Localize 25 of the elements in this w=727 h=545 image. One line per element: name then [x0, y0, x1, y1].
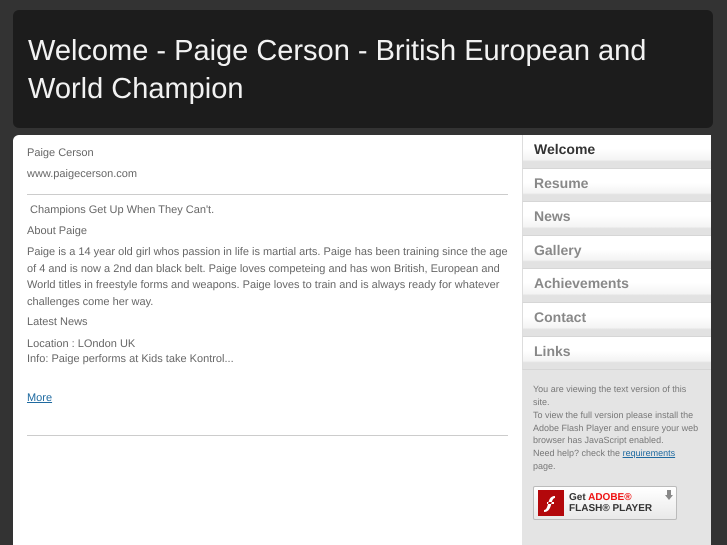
- nav-item[interactable]: Welcome: [522, 135, 711, 169]
- nav-item[interactable]: Contact: [522, 302, 711, 337]
- about-paragraph: Paige is a 14 year old girl whos passion in life is martial arts. Paige has been training since the age of 4 and is now a 2nd dan black belt. Paige loves competeing and has won British, European and World titles in freestyle forms and weapons. Paige loves to train and is always ready for whatever challenges come her way.: [27, 245, 508, 310]
- section-heading: Latest News: [27, 316, 89, 328]
- news-location: Location : LOndon UK: [27, 337, 136, 352]
- nav-item[interactable]: Resume: [522, 168, 711, 202]
- download-icon: [665, 490, 673, 500]
- nav-item[interactable]: Links: [522, 336, 711, 370]
- notice-text: You are viewing the text version of this site.: [533, 383, 688, 409]
- page-title: Welcome - Paige Cerson - British European and World Champion: [28, 34, 648, 107]
- nav-item[interactable]: Achievements: [522, 269, 711, 303]
- help-text: Need help? check the: [533, 448, 620, 458]
- name-text: Paige Cerson: [27, 147, 95, 159]
- get-flash-player-button[interactable]: Get ADOBE® FLASH® PLAYER: [533, 486, 677, 520]
- notice-text: To view the full version please install the Adobe Flash Player and ensure your web browser has JavaScript enabled.: [533, 408, 700, 448]
- requirements-link[interactable]: requirements: [622, 448, 676, 458]
- flash-logo-icon: [538, 490, 564, 516]
- more-link[interactable]: More: [27, 392, 52, 404]
- tagline-text: Champions Get Up When They Can't.: [29, 204, 216, 216]
- website-text: www.paigecerson.com: [27, 168, 138, 180]
- news-info: Info: Paige performs at Kids take Kontrol...: [27, 352, 235, 367]
- help-text: page.: [533, 460, 556, 471]
- nav-item[interactable]: News: [522, 202, 711, 236]
- section-heading: About Paige: [27, 225, 88, 237]
- nav-item[interactable]: Gallery: [522, 236, 711, 270]
